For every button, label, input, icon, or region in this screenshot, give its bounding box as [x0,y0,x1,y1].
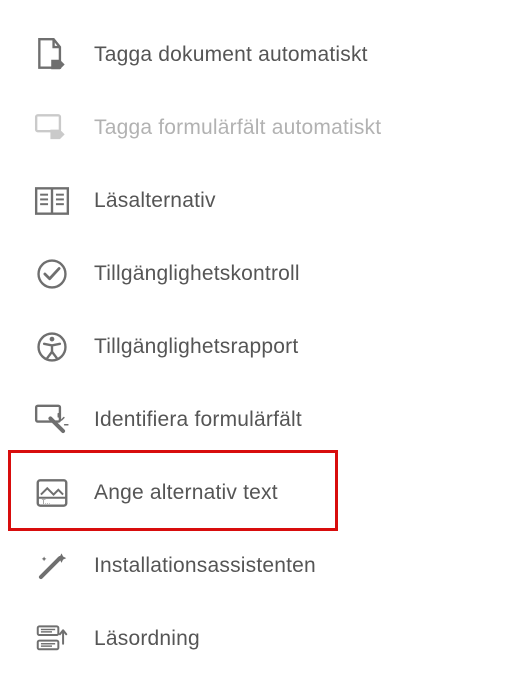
menu-item-autotag-form-fields: Tagga formulärfält automatiskt [0,91,520,164]
menu-item-label: Tagga dokument automatiskt [76,43,368,67]
menu-item-label: Tillgänglighetsrapport [76,335,298,359]
menu-item-autotag-document[interactable]: Tagga dokument automatiskt [0,18,520,91]
menu-item-label: Läsalternativ [76,189,216,213]
menu-item-set-alt-text[interactable]: T... Ange alternativ text [0,456,520,529]
form-tag-icon [28,104,76,152]
reading-options-icon [28,177,76,225]
document-tag-icon [28,31,76,79]
check-circle-icon [28,250,76,298]
menu-item-label: Identifiera formulärfält [76,408,302,432]
menu-item-label: Ange alternativ text [76,481,278,505]
accessibility-person-icon [28,323,76,371]
menu-item-reading-options[interactable]: Läsalternativ [0,164,520,237]
menu-item-label: Läsordning [76,627,200,651]
menu-item-reading-order[interactable]: Läsordning [0,602,520,675]
accessibility-menu: Tagga dokument automatiskt Tagga formulä… [0,0,520,675]
alt-text-icon: T... [28,469,76,517]
menu-item-accessibility-check[interactable]: Tillgänglighetskontroll [0,237,520,310]
menu-item-setup-assistant[interactable]: Installationsassistenten [0,529,520,602]
menu-item-identify-form-fields[interactable]: Identifiera formulärfält [0,383,520,456]
menu-item-accessibility-report[interactable]: Tillgänglighetsrapport [0,310,520,383]
menu-item-label: Tillgänglighetskontroll [76,262,300,286]
form-wand-icon [28,396,76,444]
menu-item-label: Tagga formulärfält automatiskt [76,116,381,140]
reading-order-icon [28,615,76,663]
svg-text:T...: T... [42,499,51,506]
wand-sparkle-icon [28,542,76,590]
menu-item-label: Installationsassistenten [76,554,316,578]
